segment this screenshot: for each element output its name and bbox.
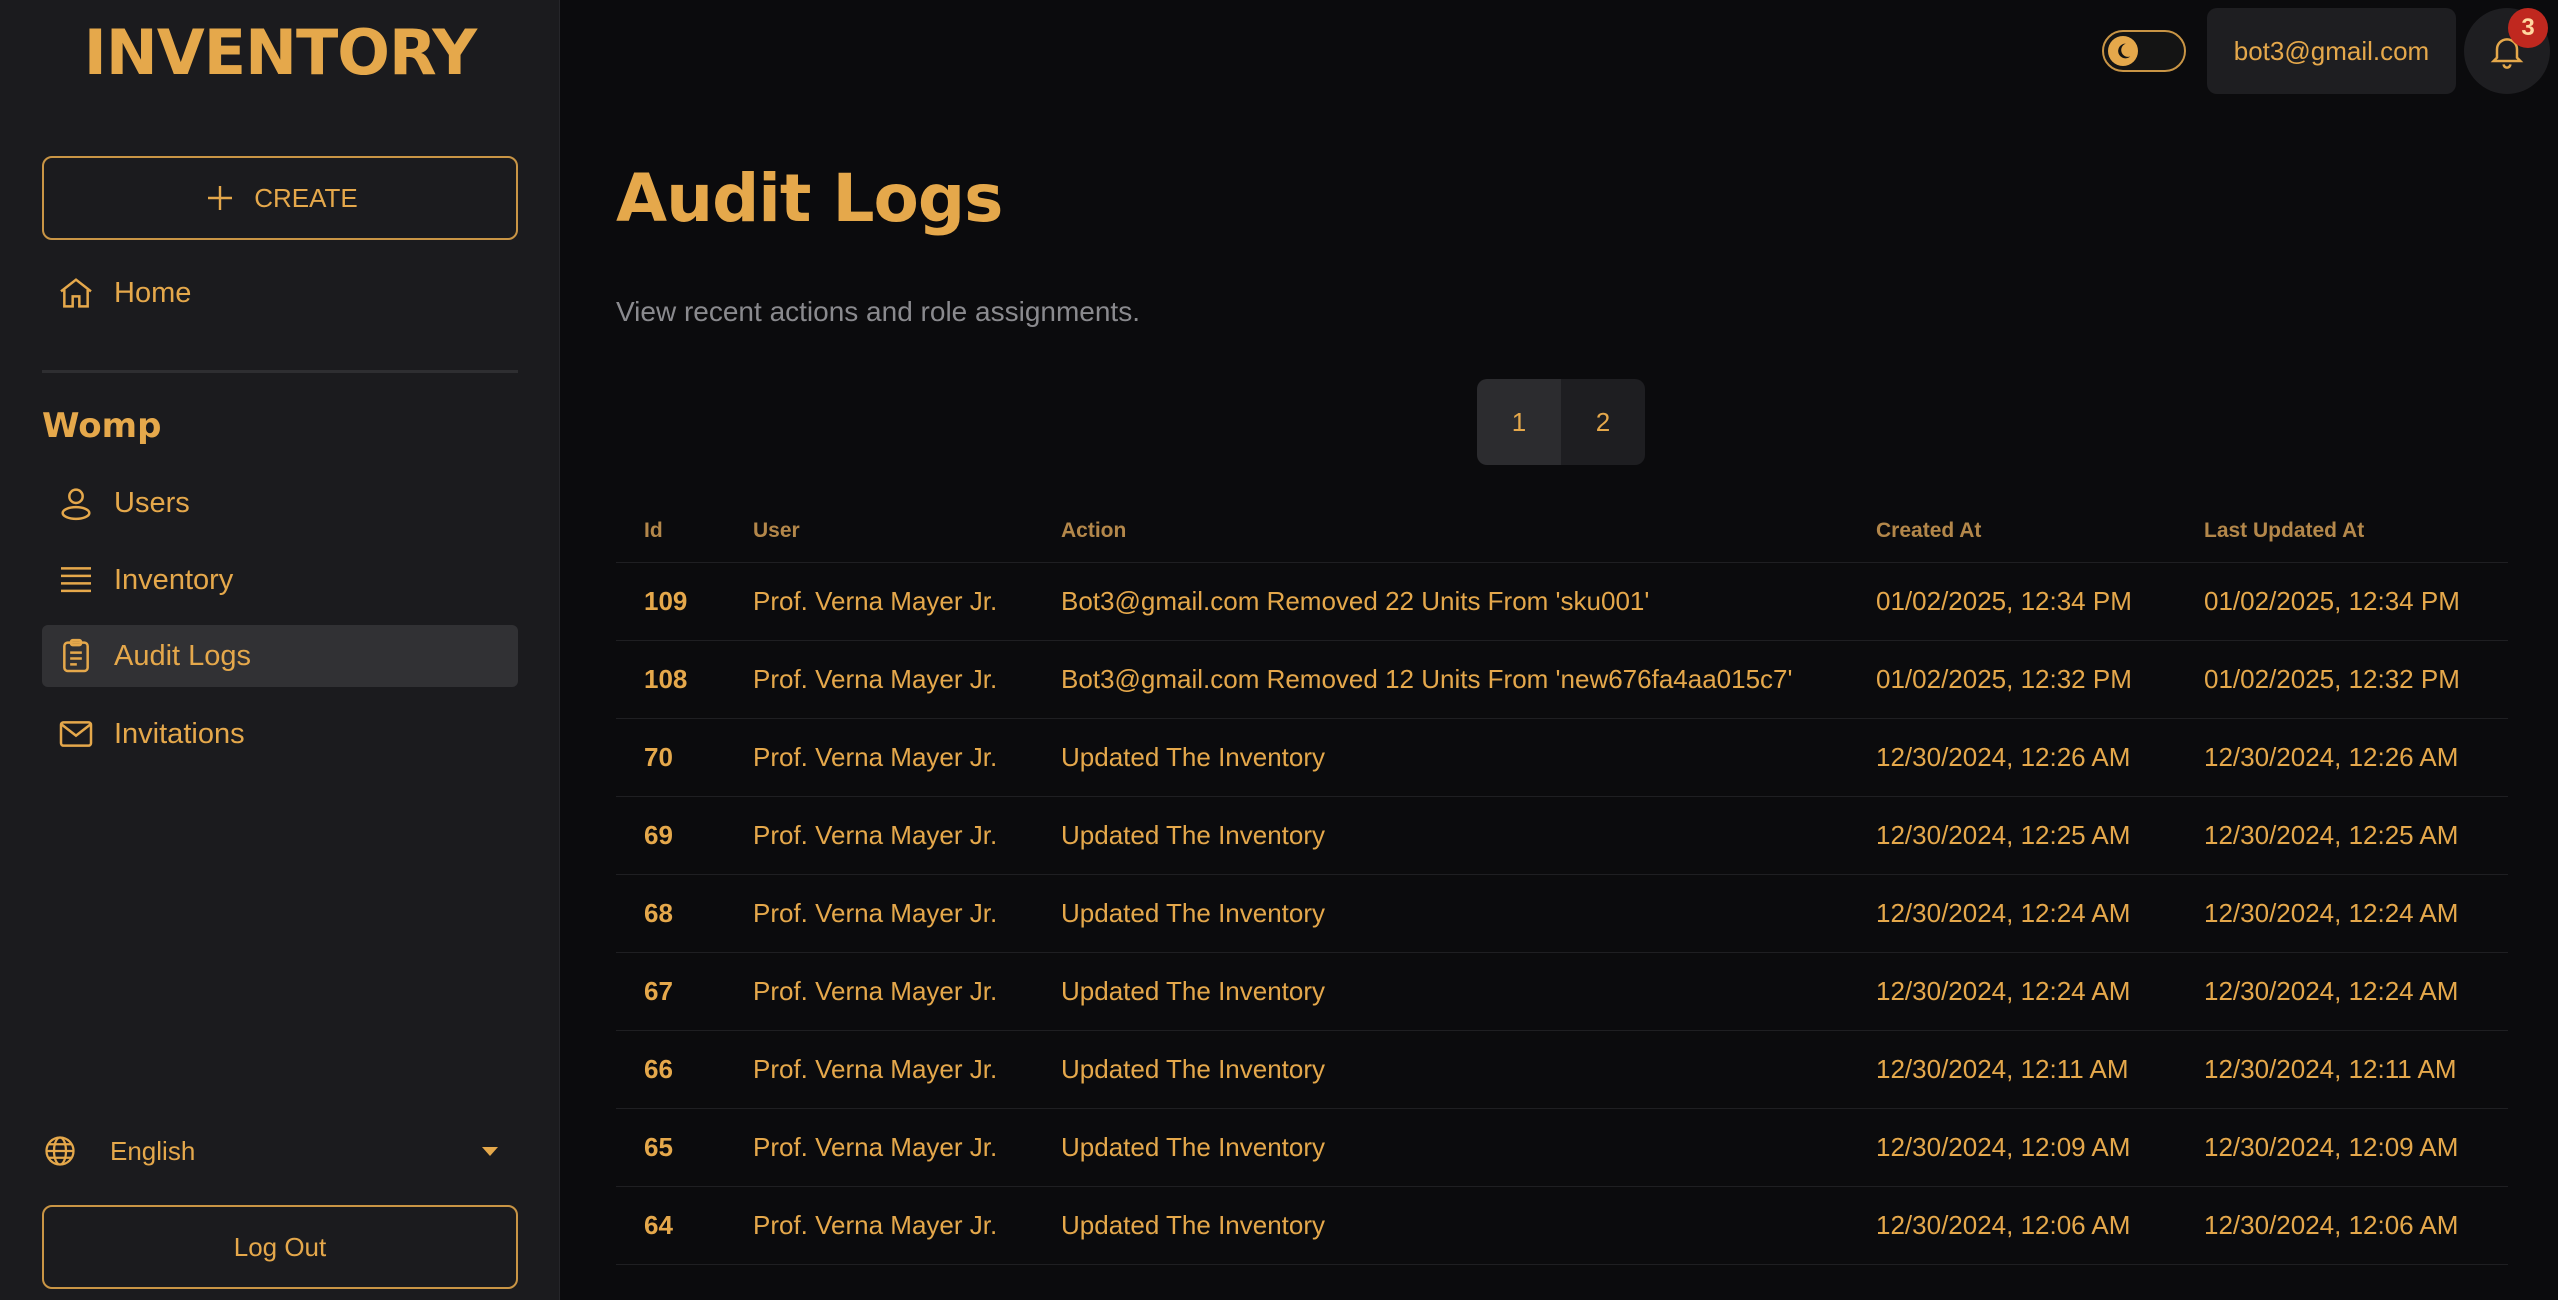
cell-id: 66 <box>616 1030 725 1109</box>
table-row[interactable]: 66 Prof. Verna Mayer Jr. Updated The Inv… <box>616 1030 2508 1109</box>
cell-action: Updated The Inventory <box>1033 1186 1848 1265</box>
clipboard-icon <box>63 638 89 673</box>
logout-button[interactable]: Log Out <box>42 1205 518 1289</box>
sidebar-item-label: Users <box>114 486 190 519</box>
cell-created-at: 12/30/2024, 12:24 AM <box>1848 952 2176 1031</box>
column-header-user[interactable]: User <box>725 500 1033 563</box>
cell-created-at: 12/30/2024, 12:11 AM <box>1848 1030 2176 1109</box>
cell-created-at: 12/30/2024, 12:09 AM <box>1848 1108 2176 1187</box>
cell-id: 68 <box>616 874 725 953</box>
sidebar-item-audit-logs[interactable]: Audit Logs <box>42 625 518 687</box>
create-button-label: CREATE <box>254 182 358 213</box>
sidebar-item-home[interactable]: Home <box>42 262 518 324</box>
cell-last-updated-at: 12/30/2024, 12:26 AM <box>2176 718 2508 797</box>
cell-id: 108 <box>616 640 725 719</box>
sidebar-divider <box>42 370 518 373</box>
table-header-row: Id User Action Created At Last Updated A… <box>616 500 2508 563</box>
cell-last-updated-at: 01/02/2025, 12:34 PM <box>2176 562 2508 641</box>
moon-icon <box>2108 36 2138 66</box>
cell-action: Updated The Inventory <box>1033 718 1848 797</box>
column-header-created-at[interactable]: Created At <box>1848 500 2176 563</box>
sidebar-item-label: Invitations <box>114 717 245 750</box>
theme-toggle[interactable] <box>2102 30 2186 72</box>
sidebar-item-users[interactable]: Users <box>42 472 518 534</box>
cell-last-updated-at: 01/02/2025, 12:32 PM <box>2176 640 2508 719</box>
cell-created-at: 01/02/2025, 12:32 PM <box>1848 640 2176 719</box>
sidebar-item-label: Audit Logs <box>114 639 252 672</box>
cell-action: Updated The Inventory <box>1033 1030 1848 1109</box>
column-header-last-updated-at[interactable]: Last Updated At <box>2176 500 2508 563</box>
cell-user: Prof. Verna Mayer Jr. <box>725 796 1033 875</box>
table-row[interactable]: 108 Prof. Verna Mayer Jr. Bot3@gmail.com… <box>616 640 2508 719</box>
cell-action: Updated The Inventory <box>1033 874 1848 953</box>
cell-user: Prof. Verna Mayer Jr. <box>725 562 1033 641</box>
sidebar-section-title: Womp <box>42 406 162 446</box>
page-subtitle: View recent actions and role assignments… <box>616 296 1140 327</box>
cell-user: Prof. Verna Mayer Jr. <box>725 1030 1033 1109</box>
table-row[interactable]: 64 Prof. Verna Mayer Jr. Updated The Inv… <box>616 1186 2508 1265</box>
cell-created-at: 12/30/2024, 12:26 AM <box>1848 718 2176 797</box>
mail-icon <box>59 721 93 747</box>
cell-user: Prof. Verna Mayer Jr. <box>725 640 1033 719</box>
cell-last-updated-at: 12/30/2024, 12:25 AM <box>2176 796 2508 875</box>
language-label: English <box>110 1135 196 1166</box>
table-row[interactable]: 68 Prof. Verna Mayer Jr. Updated The Inv… <box>616 874 2508 953</box>
cell-action: Bot3@gmail.com Removed 22 Units From 'sk… <box>1033 562 1848 641</box>
list-icon <box>61 567 91 593</box>
cell-action: Updated The Inventory <box>1033 796 1848 875</box>
table-row[interactable]: 109 Prof. Verna Mayer Jr. Bot3@gmail.com… <box>616 562 2508 641</box>
column-header-action[interactable]: Action <box>1033 500 1848 563</box>
cell-user: Prof. Verna Mayer Jr. <box>725 1108 1033 1187</box>
cell-last-updated-at: 12/30/2024, 12:24 AM <box>2176 952 2508 1031</box>
cell-id: 69 <box>616 796 725 875</box>
column-header-id[interactable]: Id <box>616 500 725 563</box>
create-button[interactable]: CREATE <box>42 156 518 240</box>
notification-badge: 3 <box>2508 8 2548 48</box>
page-button-2[interactable]: 2 <box>1561 379 1645 465</box>
cell-last-updated-at: 12/30/2024, 12:11 AM <box>2176 1030 2508 1109</box>
main-content: bot3@gmail.com 3 Audit Logs View recent … <box>560 0 2558 1300</box>
cell-created-at: 12/30/2024, 12:25 AM <box>1848 796 2176 875</box>
sidebar-item-label: Inventory <box>114 563 234 596</box>
plus-icon <box>208 186 233 210</box>
pagination: 1 2 <box>1477 379 1645 465</box>
page-title: Audit Logs <box>616 160 1003 237</box>
cell-user: Prof. Verna Mayer Jr. <box>725 1186 1033 1265</box>
globe-icon <box>45 1136 75 1166</box>
cell-user: Prof. Verna Mayer Jr. <box>725 718 1033 797</box>
cell-action: Bot3@gmail.com Removed 12 Units From 'ne… <box>1033 640 1848 719</box>
audit-logs-table: Id User Action Created At Last Updated A… <box>616 500 2508 1265</box>
cell-created-at: 12/30/2024, 12:06 AM <box>1848 1186 2176 1265</box>
sidebar-item-label: Home <box>114 276 192 309</box>
language-select[interactable]: English <box>42 1128 498 1174</box>
cell-id: 64 <box>616 1186 725 1265</box>
home-icon <box>60 278 92 308</box>
cell-user: Prof. Verna Mayer Jr. <box>725 952 1033 1031</box>
table-row[interactable]: 65 Prof. Verna Mayer Jr. Updated The Inv… <box>616 1108 2508 1187</box>
sidebar: INVENTORY CREATE Home Womp Users Invento… <box>0 0 560 1300</box>
cell-created-at: 12/30/2024, 12:24 AM <box>1848 874 2176 953</box>
cell-action: Updated The Inventory <box>1033 1108 1848 1187</box>
chevron-down-icon <box>482 1146 498 1156</box>
cell-id: 109 <box>616 562 725 641</box>
cell-action: Updated The Inventory <box>1033 952 1848 1031</box>
cell-user: Prof. Verna Mayer Jr. <box>725 874 1033 953</box>
page-button-1[interactable]: 1 <box>1477 379 1561 465</box>
cell-id: 70 <box>616 718 725 797</box>
table-row[interactable]: 67 Prof. Verna Mayer Jr. Updated The Inv… <box>616 952 2508 1031</box>
cell-last-updated-at: 12/30/2024, 12:24 AM <box>2176 874 2508 953</box>
sidebar-item-invitations[interactable]: Invitations <box>42 703 518 765</box>
cell-last-updated-at: 12/30/2024, 12:06 AM <box>2176 1186 2508 1265</box>
cell-last-updated-at: 12/30/2024, 12:09 AM <box>2176 1108 2508 1187</box>
table-row[interactable]: 69 Prof. Verna Mayer Jr. Updated The Inv… <box>616 796 2508 875</box>
table-row[interactable]: 70 Prof. Verna Mayer Jr. Updated The Inv… <box>616 718 2508 797</box>
app-brand: INVENTORY <box>83 16 477 89</box>
cell-id: 67 <box>616 952 725 1031</box>
user-menu-button[interactable]: bot3@gmail.com <box>2207 8 2456 94</box>
user-icon <box>61 488 91 521</box>
cell-id: 65 <box>616 1108 725 1187</box>
cell-created-at: 01/02/2025, 12:34 PM <box>1848 562 2176 641</box>
sidebar-item-inventory[interactable]: Inventory <box>42 549 518 611</box>
